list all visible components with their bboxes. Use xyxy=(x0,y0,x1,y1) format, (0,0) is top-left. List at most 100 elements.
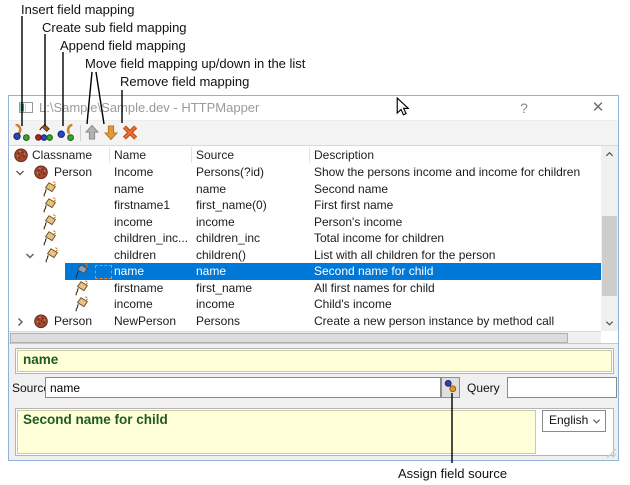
append-field-mapping-icon xyxy=(57,124,75,141)
create-sub-field-mapping-icon xyxy=(35,124,53,141)
cell-source: first_name xyxy=(196,280,311,297)
remove-field-mapping-button[interactable] xyxy=(122,124,142,144)
field-mapping-tag-icon xyxy=(41,214,57,230)
cell-name: firstname1 xyxy=(114,197,193,214)
cell-source: name xyxy=(196,181,311,198)
horizontal-scrollbar-thumb[interactable] xyxy=(10,333,568,343)
class-icon xyxy=(33,313,49,329)
vertical-scrollbar-thumb[interactable] xyxy=(602,216,617,296)
table-row[interactable]: firstname1 first_name(0) First first nam… xyxy=(9,197,601,214)
horizontal-scrollbar[interactable] xyxy=(9,331,601,343)
cell-description: Total income for children xyxy=(314,230,600,247)
cell-name: income xyxy=(114,214,193,231)
cell-description: List with all children for the person xyxy=(314,247,600,264)
annotation-insert-field-mapping: Insert field mapping xyxy=(21,2,134,17)
annotation-create-sub-field-mapping: Create sub field mapping xyxy=(42,20,187,35)
column-classname[interactable]: Classname xyxy=(32,146,107,164)
move-field-mapping-down-button[interactable] xyxy=(104,124,124,144)
column-divider xyxy=(109,147,110,163)
chevron-down-icon[interactable] xyxy=(15,168,25,178)
scroll-up-button[interactable] xyxy=(601,146,618,162)
cell-name: name xyxy=(114,263,193,280)
query-input[interactable] xyxy=(507,377,617,398)
app-icon xyxy=(19,102,33,113)
title-bar: L:\Sample\Sample.dev - HTTPMapper ? ✕ xyxy=(9,96,618,120)
annotation-remove-field-mapping: Remove field mapping xyxy=(120,74,249,89)
table-row[interactable]: children children() List with all childr… xyxy=(9,247,601,264)
focus-rect xyxy=(95,265,112,279)
field-mapping-tag-icon xyxy=(41,181,57,197)
scroll-down-button[interactable] xyxy=(601,315,618,331)
toolbar xyxy=(9,120,618,146)
cell-description: Child's income xyxy=(314,296,600,313)
cell-source: Persons xyxy=(196,313,311,330)
cell-source: first_name(0) xyxy=(196,197,311,214)
assign-field-source-button[interactable] xyxy=(441,377,460,398)
assign-field-source-icon xyxy=(444,379,457,393)
cell-name: children xyxy=(114,247,193,264)
scroll-up-icon xyxy=(605,150,614,159)
mouse-cursor xyxy=(396,97,409,117)
field-mapping-tag-icon xyxy=(73,263,89,279)
cell-name: income xyxy=(114,296,193,313)
remove-field-mapping-icon xyxy=(122,124,138,141)
table-row-selected[interactable]: name name Second name for child xyxy=(9,263,601,280)
list-header: Classname Name Source Description xyxy=(9,146,601,164)
table-row[interactable]: children_inc... children_inc Total incom… xyxy=(9,230,601,247)
move-field-mapping-up-button[interactable] xyxy=(85,124,105,144)
cell-name: NewPerson xyxy=(114,313,193,330)
chevron-down-icon xyxy=(592,417,601,426)
vertical-scrollbar[interactable] xyxy=(601,146,618,331)
column-divider xyxy=(309,147,310,163)
table-row[interactable]: Person NewPerson Persons Create a new pe… xyxy=(9,313,601,330)
description-title: Second name for child xyxy=(17,410,536,454)
column-description[interactable]: Description xyxy=(314,146,600,164)
field-title: name xyxy=(17,350,612,372)
table-row[interactable]: income income Child's income xyxy=(9,296,601,313)
chevron-down-icon[interactable] xyxy=(25,251,35,261)
column-divider xyxy=(191,147,192,163)
page: Insert field mapping Create sub field ma… xyxy=(0,0,630,485)
cell-description: Second name xyxy=(314,181,600,198)
table-row[interactable]: name name Second name xyxy=(9,181,601,198)
cell-name: firstname xyxy=(114,280,193,297)
append-field-mapping-button[interactable] xyxy=(57,124,77,144)
cell-description: First first name xyxy=(314,197,600,214)
field-mapping-list: Classname Name Source Description Person… xyxy=(9,146,618,343)
chevron-right-icon[interactable] xyxy=(15,317,25,327)
description-box: Second name for child English xyxy=(15,408,614,456)
annotation-append-field-mapping: Append field mapping xyxy=(60,38,186,53)
cell-source: children_inc xyxy=(196,230,311,247)
close-button[interactable]: ✕ xyxy=(587,99,609,117)
app-window: L:\Sample\Sample.dev - HTTPMapper ? ✕ xyxy=(8,95,619,461)
field-mapping-tag-icon xyxy=(43,247,59,263)
cell-description: Second name for child xyxy=(314,263,600,280)
help-button[interactable]: ? xyxy=(513,99,535,117)
cell-name: Income xyxy=(114,164,193,181)
cell-name: children_inc... xyxy=(114,230,193,247)
cell-name: name xyxy=(114,181,193,198)
table-row[interactable]: Person Income Persons(?id) Show the pers… xyxy=(9,164,601,181)
annotation-move-field-mapping: Move field mapping up/down in the list xyxy=(85,56,305,71)
column-source[interactable]: Source xyxy=(196,146,311,164)
create-sub-field-mapping-button[interactable] xyxy=(35,124,55,144)
cell-description: All first names for child xyxy=(314,280,600,297)
field-mapping-tag-icon xyxy=(73,280,89,296)
table-row[interactable]: income income Person's income xyxy=(9,214,601,231)
window-title: L:\Sample\Sample.dev - HTTPMapper xyxy=(39,100,259,115)
table-row[interactable]: firstname first_name All first names for… xyxy=(9,280,601,297)
language-dropdown[interactable]: English xyxy=(542,410,606,432)
annotation-assign-field-source: Assign field source xyxy=(398,466,507,481)
insert-field-mapping-button[interactable] xyxy=(13,124,33,144)
field-mapping-tag-icon xyxy=(41,230,57,246)
cell-source: income xyxy=(196,214,311,231)
move-down-icon xyxy=(104,124,118,141)
cell-source: name xyxy=(196,263,311,280)
language-value: English xyxy=(549,413,588,427)
query-label: Query xyxy=(467,381,500,395)
resize-grip[interactable] xyxy=(605,447,617,459)
source-input[interactable] xyxy=(45,377,441,398)
field-mapping-tag-icon xyxy=(73,296,89,312)
column-name[interactable]: Name xyxy=(114,146,193,164)
cell-classname: Person xyxy=(54,313,109,330)
